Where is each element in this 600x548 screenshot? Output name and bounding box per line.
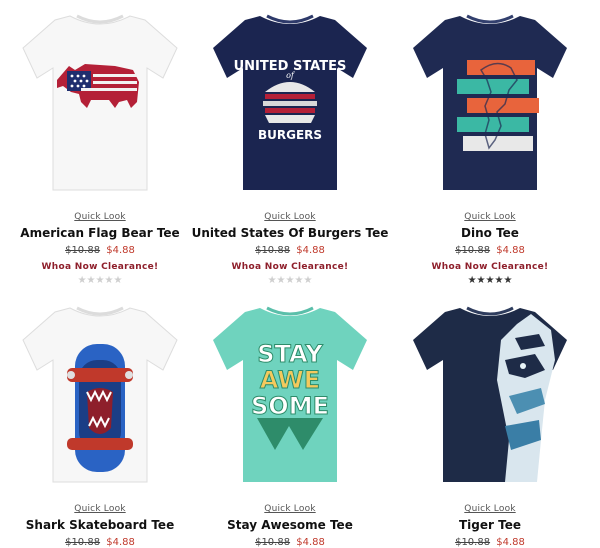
- product-name[interactable]: Dino Tee: [390, 226, 590, 240]
- dino-tee-image[interactable]: [405, 8, 575, 198]
- sale-price: $4.88: [296, 245, 325, 256]
- price-row: $10.88 $4.88: [190, 537, 390, 548]
- product-name[interactable]: American Flag Bear Tee: [0, 226, 200, 240]
- quick-look-link[interactable]: Quick Look: [190, 212, 390, 222]
- product-name[interactable]: Shark Skateboard Tee: [0, 518, 200, 532]
- svg-text:STAY: STAY: [257, 340, 323, 368]
- tiger-tee-image[interactable]: [405, 300, 575, 490]
- price-row: $10.88 $4.88: [190, 245, 390, 256]
- sale-price: $4.88: [106, 537, 135, 548]
- product-card[interactable]: Quick Look Shark Skateboard Tee $10.88 $…: [0, 300, 200, 548]
- quick-look-link[interactable]: Quick Look: [0, 504, 200, 514]
- stay-awesome-tee-image[interactable]: STAY AWE SOME: [205, 300, 375, 490]
- sale-price: $4.88: [496, 245, 525, 256]
- original-price: $10.88: [455, 537, 491, 548]
- original-price: $10.88: [65, 245, 101, 256]
- promo-label: Whoa Now Clearance!: [231, 262, 349, 272]
- quick-look-link[interactable]: Quick Look: [0, 212, 200, 222]
- product-card[interactable]: STAY AWE SOME Quick Look Stay Awesome Te…: [190, 300, 390, 548]
- quick-look-link[interactable]: Quick Look: [390, 212, 590, 222]
- shark-skateboard-tee-image[interactable]: [15, 300, 185, 490]
- product-name[interactable]: Tiger Tee: [390, 518, 590, 532]
- sale-price: $4.88: [106, 245, 135, 256]
- price-row: $10.88 $4.88: [0, 537, 200, 548]
- promo-label: Whoa Now Clearance!: [431, 262, 549, 272]
- svg-text:AWE: AWE: [260, 366, 320, 394]
- product-card[interactable]: Quick Look Dino Tee $10.88 $4.88 Whoa No…: [390, 8, 590, 286]
- original-price: $10.88: [255, 245, 291, 256]
- original-price: $10.88: [455, 245, 491, 256]
- united-states-of-burgers-tee-image[interactable]: UNITED STATES of BURGERS: [205, 8, 375, 198]
- price-row: $10.88 $4.88: [390, 245, 590, 256]
- star-rating[interactable]: ★★★★★: [190, 275, 390, 286]
- quick-look-link[interactable]: Quick Look: [190, 504, 390, 514]
- original-price: $10.88: [255, 537, 291, 548]
- star-rating[interactable]: ★★★★★: [0, 275, 200, 286]
- quick-look-link[interactable]: Quick Look: [390, 504, 590, 514]
- sale-price: $4.88: [296, 537, 325, 548]
- product-name[interactable]: United States Of Burgers Tee: [190, 226, 390, 240]
- product-grid: Quick Look American Flag Bear Tee $10.88…: [0, 0, 600, 548]
- product-name[interactable]: Stay Awesome Tee: [190, 518, 390, 532]
- price-row: $10.88 $4.88: [390, 537, 590, 548]
- product-card[interactable]: UNITED STATES of BURGERS Quick Look Unit…: [190, 8, 390, 286]
- american-flag-bear-tee-image[interactable]: [15, 8, 185, 198]
- star-rating[interactable]: ★★★★★: [390, 275, 590, 286]
- product-card[interactable]: Quick Look Tiger Tee $10.88 $4.88: [390, 300, 590, 548]
- price-row: $10.88 $4.88: [0, 245, 200, 256]
- sale-price: $4.88: [496, 537, 525, 548]
- svg-text:SOME: SOME: [251, 392, 329, 420]
- dino-stripes-graphic: [457, 60, 539, 151]
- product-card[interactable]: Quick Look American Flag Bear Tee $10.88…: [0, 8, 200, 286]
- shark-skateboard-graphic: [67, 344, 133, 472]
- svg-text:BURGERS: BURGERS: [258, 128, 322, 142]
- promo-label: Whoa Now Clearance!: [41, 262, 159, 272]
- original-price: $10.88: [65, 537, 101, 548]
